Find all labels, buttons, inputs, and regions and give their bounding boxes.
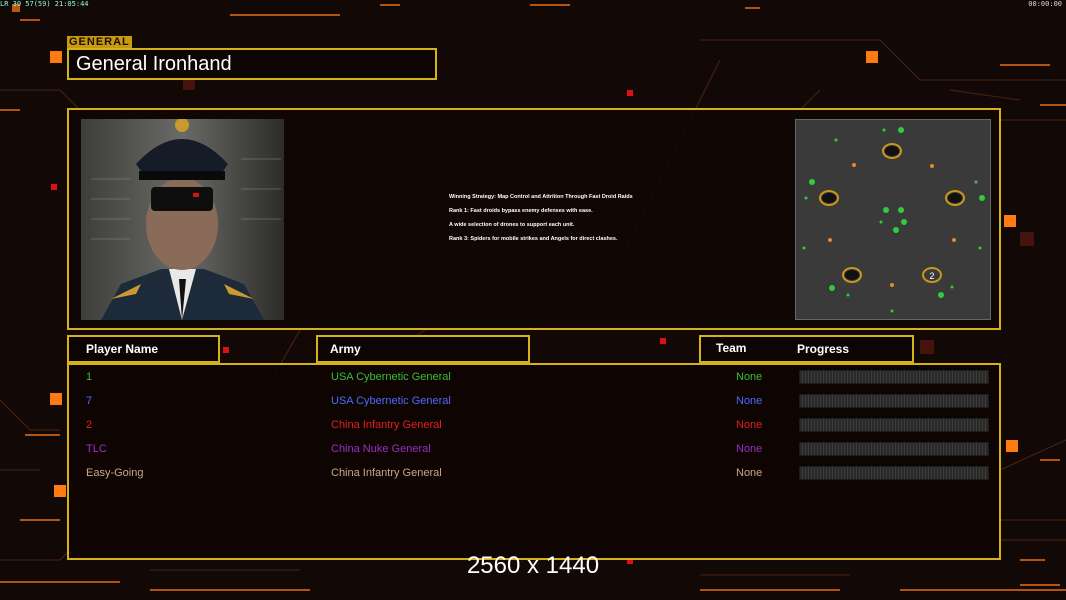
- general-panel: Winning Strategy: Map Control and Attrit…: [67, 108, 1001, 330]
- progress-bar: [799, 370, 989, 384]
- player-start-marker: 2: [929, 271, 934, 281]
- player-team: None: [736, 395, 763, 407]
- player-name: Easy-Going: [86, 467, 144, 479]
- strategy-line: Rank 3: Spiders for mobile strikes and A…: [449, 236, 618, 242]
- player-team: None: [736, 467, 763, 479]
- player-army: China Infantry General: [331, 419, 442, 431]
- header-team-progress[interactable]: Team Progress: [699, 335, 914, 363]
- player-army: China Infantry General: [331, 467, 442, 479]
- player-row[interactable]: 2 China Infantry General None: [69, 415, 999, 435]
- general-name: General Ironhand: [76, 53, 232, 75]
- general-tag: GENERAL: [67, 36, 132, 48]
- player-name: 7: [86, 395, 93, 407]
- player-army: USA Cybernetic General: [331, 395, 451, 407]
- player-name: 2: [86, 419, 93, 431]
- header-player-name[interactable]: Player Name: [67, 335, 220, 363]
- progress-bar: [799, 394, 989, 408]
- strategy-line: Winning Strategy: Map Control and Attrit…: [449, 194, 633, 200]
- progress-bar: [799, 442, 989, 456]
- strategy-line: A wide selection of drones to support ea…: [449, 222, 575, 228]
- player-team: None: [736, 371, 763, 383]
- player-team: None: [736, 419, 763, 431]
- player-list: 1 USA Cybernetic General None 7 USA Cybernet…: [67, 363, 1001, 560]
- strategy-text: Winning Strategy: Map Control and Attrit…: [449, 194, 749, 250]
- player-name: 1: [86, 371, 93, 383]
- general-portrait: [81, 119, 284, 320]
- player-row[interactable]: TLC China Nuke General None: [69, 439, 999, 459]
- header-progress-label: Progress: [797, 342, 850, 356]
- header-army[interactable]: Army: [316, 335, 530, 363]
- strategy-line: Rank 1: Fast droids bypass enemy defense…: [449, 208, 593, 214]
- general-name-box: General Ironhand: [67, 48, 437, 80]
- fps-readout: LR 30 57(59) 21:05:44: [0, 0, 89, 8]
- game-clock: 00:00:00: [1028, 0, 1062, 8]
- header-label: Army: [330, 342, 361, 356]
- resolution-label: 2560 x 1440: [466, 552, 600, 579]
- player-row[interactable]: 7 USA Cybernetic General None: [69, 391, 999, 411]
- player-row[interactable]: 1 USA Cybernetic General None: [69, 367, 999, 387]
- player-army: China Nuke General: [331, 443, 431, 455]
- progress-bar: [799, 466, 989, 480]
- header-team-label: Team: [716, 341, 747, 355]
- player-team: None: [736, 443, 763, 455]
- player-army: USA Cybernetic General: [331, 371, 451, 383]
- header-label: Player Name: [86, 342, 159, 356]
- minimap[interactable]: 2: [795, 119, 991, 320]
- progress-bar: [799, 418, 989, 432]
- player-name: TLC: [86, 443, 107, 455]
- player-row[interactable]: Easy-Going China Infantry General None: [69, 463, 999, 483]
